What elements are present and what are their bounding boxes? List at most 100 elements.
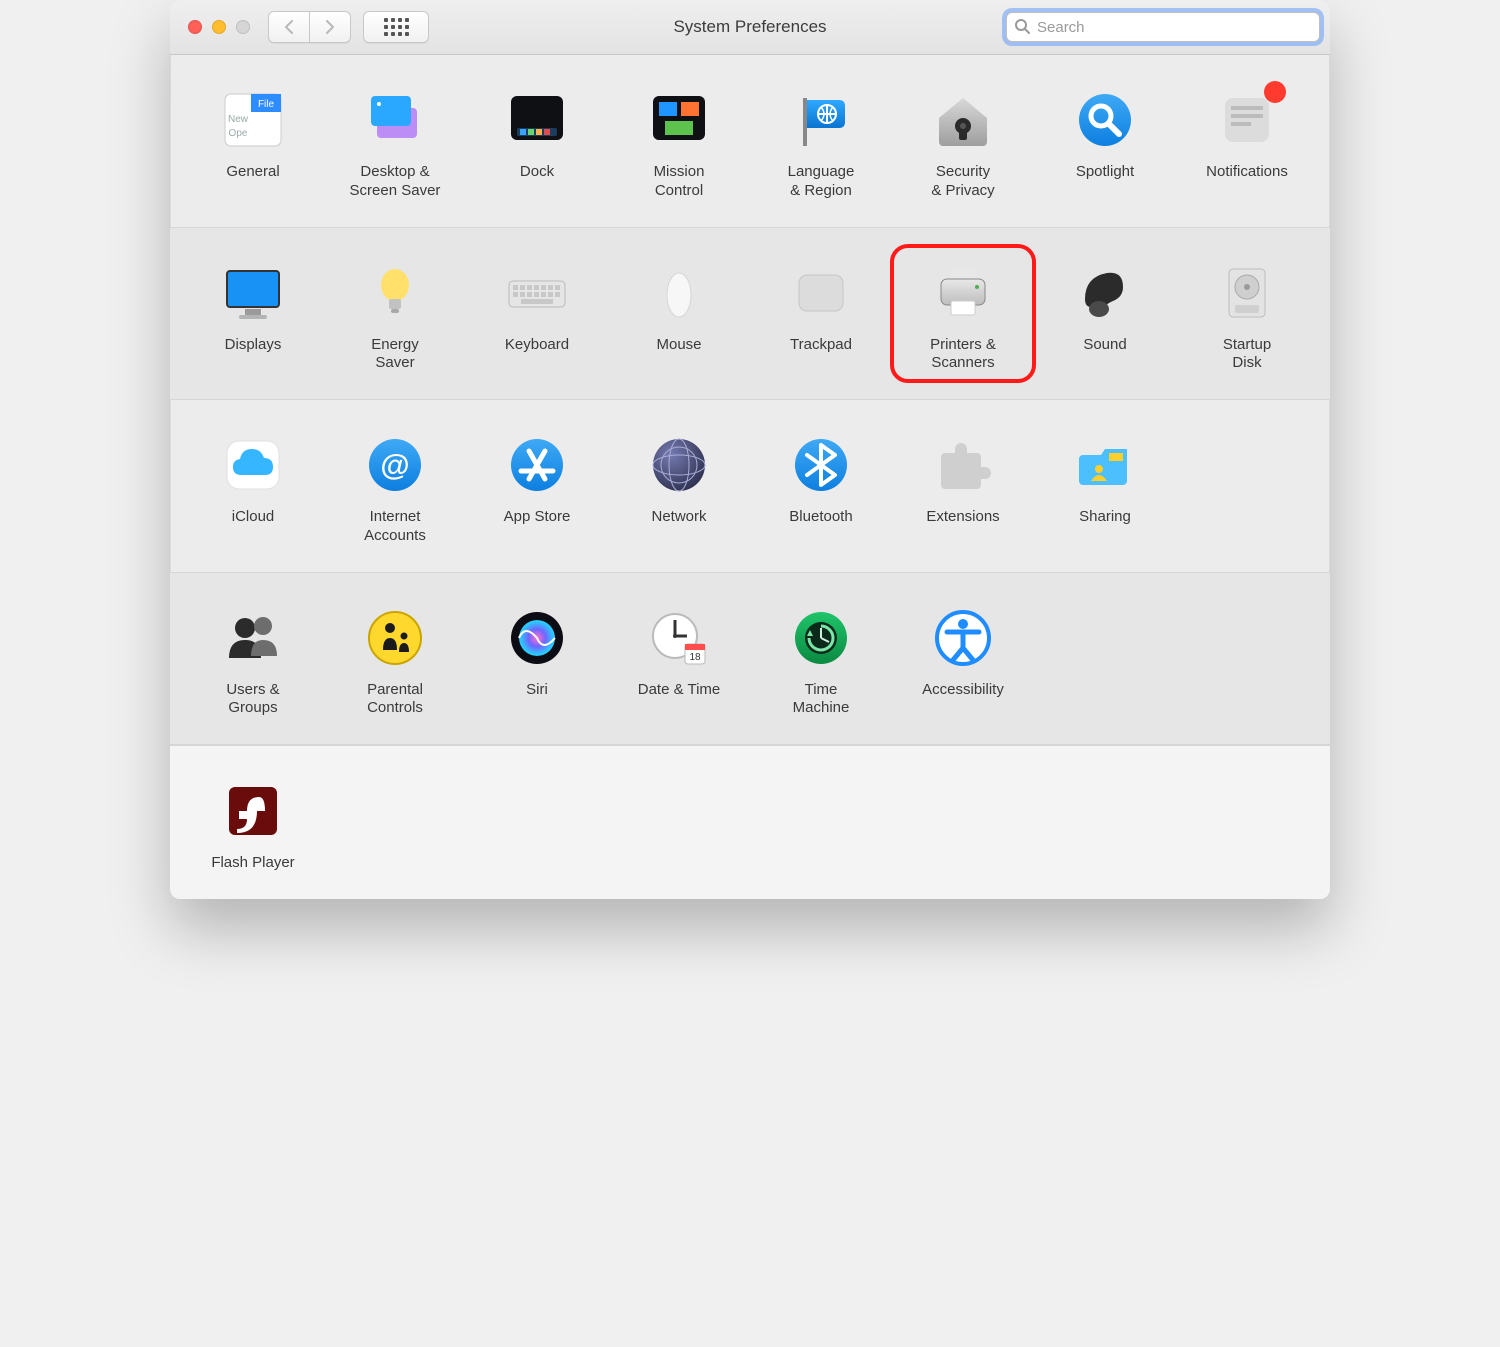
security-icon	[928, 85, 998, 155]
pref-label: Notifications	[1178, 163, 1316, 182]
forward-button[interactable]	[310, 11, 351, 43]
pref-label: Security & Privacy	[894, 163, 1032, 201]
pref-label: Mission Control	[610, 163, 748, 201]
pref-energy[interactable]: Energy Saver	[324, 252, 466, 380]
close-window-button[interactable]	[188, 20, 202, 34]
pref-network[interactable]: Network	[608, 424, 750, 552]
pref-row: Flash Player	[170, 745, 1330, 899]
pref-label: Siri	[468, 681, 606, 700]
language-icon	[786, 85, 856, 155]
pref-startup[interactable]: Startup Disk	[1176, 252, 1318, 380]
pref-users[interactable]: Users & Groups	[182, 597, 324, 725]
pref-label: Energy Saver	[326, 336, 464, 374]
preferences-grid: GeneralDesktop & Screen SaverDockMission…	[170, 55, 1330, 899]
pref-datetime[interactable]: Date & Time	[608, 597, 750, 725]
sharing-icon	[1070, 430, 1140, 500]
pref-notifications[interactable]: Notifications	[1176, 79, 1318, 207]
pref-label: Internet Accounts	[326, 508, 464, 546]
pref-internet[interactable]: Internet Accounts	[324, 424, 466, 552]
pref-label: Keyboard	[468, 336, 606, 355]
pref-label: Extensions	[894, 508, 1032, 527]
pref-parental[interactable]: Parental Controls	[324, 597, 466, 725]
pref-general[interactable]: General	[182, 79, 324, 207]
search-field-wrap	[1006, 12, 1320, 42]
flash-icon	[218, 776, 288, 846]
titlebar: System Preferences	[170, 0, 1330, 55]
trackpad-icon	[786, 258, 856, 328]
search-input[interactable]	[1006, 12, 1320, 42]
accessibility-icon	[928, 603, 998, 673]
pref-extensions[interactable]: Extensions	[892, 424, 1034, 552]
datetime-icon	[644, 603, 714, 673]
energy-icon	[360, 258, 430, 328]
pref-keyboard[interactable]: Keyboard	[466, 252, 608, 380]
zoom-window-button[interactable]	[236, 20, 250, 34]
pref-security[interactable]: Security & Privacy	[892, 79, 1034, 207]
pref-label: Users & Groups	[184, 681, 322, 719]
pref-row: iCloudInternet AccountsApp StoreNetworkB…	[170, 400, 1330, 572]
internet-icon	[360, 430, 430, 500]
pref-language[interactable]: Language & Region	[750, 79, 892, 207]
pref-label: Desktop & Screen Saver	[326, 163, 464, 201]
desktop-icon	[360, 85, 430, 155]
pref-label: Date & Time	[610, 681, 748, 700]
pref-label: Bluetooth	[752, 508, 890, 527]
pref-printers[interactable]: Printers & Scanners	[890, 244, 1036, 384]
pref-label: App Store	[468, 508, 606, 527]
pref-label: General	[184, 163, 322, 182]
pref-appstore[interactable]: App Store	[466, 424, 608, 552]
timemachine-icon	[786, 603, 856, 673]
parental-icon	[360, 603, 430, 673]
pref-label: Displays	[184, 336, 322, 355]
window-controls	[188, 20, 250, 34]
icloud-icon	[218, 430, 288, 500]
printers-icon	[928, 258, 998, 328]
pref-mission[interactable]: Mission Control	[608, 79, 750, 207]
bluetooth-icon	[786, 430, 856, 500]
pref-label: Parental Controls	[326, 681, 464, 719]
pref-desktop[interactable]: Desktop & Screen Saver	[324, 79, 466, 207]
pref-label: Flash Player	[184, 854, 322, 873]
startup-icon	[1212, 258, 1282, 328]
extensions-icon	[928, 430, 998, 500]
pref-label: Sound	[1036, 336, 1174, 355]
pref-label: Spotlight	[1036, 163, 1174, 182]
back-button[interactable]	[268, 11, 310, 43]
pref-accessibility[interactable]: Accessibility	[892, 597, 1034, 725]
pref-label: Network	[610, 508, 748, 527]
network-icon	[644, 430, 714, 500]
pref-bluetooth[interactable]: Bluetooth	[750, 424, 892, 552]
notifications-icon	[1212, 85, 1282, 155]
minimize-window-button[interactable]	[212, 20, 226, 34]
pref-mouse[interactable]: Mouse	[608, 252, 750, 380]
pref-sharing[interactable]: Sharing	[1034, 424, 1176, 552]
pref-row: DisplaysEnergy SaverKeyboardMouseTrackpa…	[170, 227, 1330, 401]
dock-icon	[502, 85, 572, 155]
pref-siri[interactable]: Siri	[466, 597, 608, 725]
show-all-button[interactable]	[363, 11, 429, 43]
siri-icon	[502, 603, 572, 673]
pref-spotlight[interactable]: Spotlight	[1034, 79, 1176, 207]
keyboard-icon	[502, 258, 572, 328]
mouse-icon	[644, 258, 714, 328]
pref-flash[interactable]: Flash Player	[182, 770, 324, 879]
mission-icon	[644, 85, 714, 155]
pref-sound[interactable]: Sound	[1034, 252, 1176, 380]
pref-dock[interactable]: Dock	[466, 79, 608, 207]
pref-label: Accessibility	[894, 681, 1032, 700]
pref-row: GeneralDesktop & Screen SaverDockMission…	[170, 55, 1330, 227]
displays-icon	[218, 258, 288, 328]
pref-displays[interactable]: Displays	[182, 252, 324, 380]
general-icon	[218, 85, 288, 155]
pref-trackpad[interactable]: Trackpad	[750, 252, 892, 380]
notification-badge	[1264, 81, 1286, 103]
appstore-icon	[502, 430, 572, 500]
pref-label: Time Machine	[752, 681, 890, 719]
pref-label: Sharing	[1036, 508, 1174, 527]
sound-icon	[1070, 258, 1140, 328]
pref-icloud[interactable]: iCloud	[182, 424, 324, 552]
pref-label: Startup Disk	[1178, 336, 1316, 374]
spotlight-icon	[1070, 85, 1140, 155]
pref-timemachine[interactable]: Time Machine	[750, 597, 892, 725]
grid-icon	[384, 18, 409, 36]
